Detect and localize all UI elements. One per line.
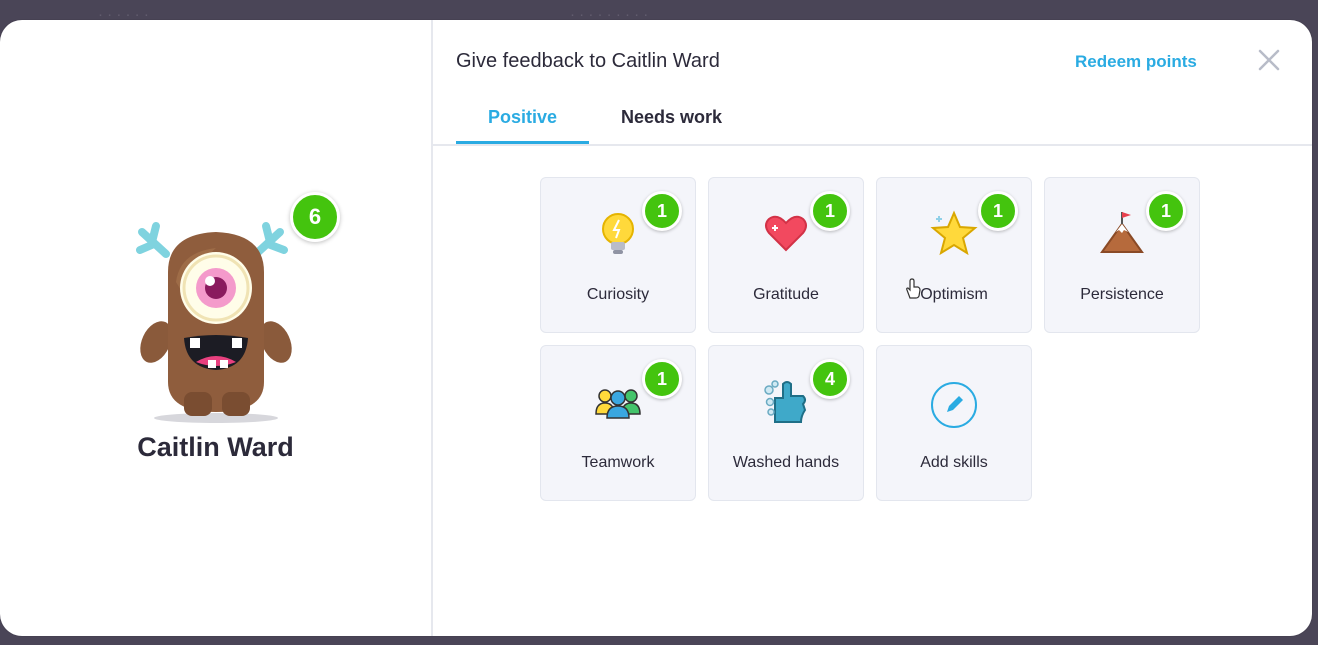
student-name: Caitlin Ward bbox=[137, 432, 294, 462]
add-skills-tile[interactable]: Add skills bbox=[876, 345, 1032, 501]
skill-tile-gratitude[interactable]: 1 Gratitude bbox=[708, 177, 864, 333]
skill-count-badge: 1 bbox=[978, 191, 1018, 231]
close-button[interactable] bbox=[1257, 48, 1281, 72]
skill-label: Persistence bbox=[1080, 286, 1164, 303]
skill-tile-persistence[interactable]: 1 Persistence bbox=[1044, 177, 1200, 333]
skill-count-badge: 1 bbox=[642, 359, 682, 399]
skill-label: Optimism bbox=[920, 286, 988, 303]
star-icon bbox=[930, 210, 978, 256]
monster-avatar-icon bbox=[136, 222, 292, 423]
student-panel: 6 Caitlin Ward bbox=[0, 20, 433, 636]
skill-tile-teamwork[interactable]: 1 Teamwork bbox=[540, 345, 696, 501]
dialog-title: Give feedback to Caitlin Ward bbox=[456, 50, 720, 72]
skill-count-badge: 1 bbox=[810, 191, 850, 231]
skill-tile-curiosity[interactable]: 1 Curiosity bbox=[540, 177, 696, 333]
skill-label: Washed hands bbox=[732, 454, 840, 471]
add-skill-circle bbox=[931, 382, 977, 428]
lightbulb-icon bbox=[602, 213, 634, 254]
close-icon bbox=[1258, 49, 1280, 71]
tab-needs-work[interactable]: Needs work bbox=[589, 92, 754, 144]
redeem-points-link[interactable]: Redeem points bbox=[1075, 52, 1197, 72]
pencil-icon bbox=[947, 396, 963, 412]
skill-label: Add skills bbox=[920, 454, 988, 471]
tab-positive[interactable]: Positive bbox=[456, 92, 590, 144]
skill-tile-washed-hands[interactable]: 4 Washed hands bbox=[708, 345, 864, 501]
skill-tile-optimism[interactable]: 1 Optimism bbox=[876, 177, 1032, 333]
heart-icon bbox=[765, 215, 807, 252]
skill-count-badge: 1 bbox=[642, 191, 682, 231]
mountain-flag-icon bbox=[1100, 212, 1144, 253]
feedback-panel: Give feedback to Caitlin Ward Redeem poi… bbox=[433, 20, 1312, 636]
people-icon bbox=[595, 389, 641, 419]
skill-count-badge: 4 bbox=[810, 359, 850, 399]
skills-grid: 1 Curiosity 1 Gratitude 1 Optimism 1 Per… bbox=[540, 177, 1202, 501]
skill-label: Curiosity bbox=[586, 286, 650, 303]
student-points-badge: 6 bbox=[290, 192, 340, 242]
skill-label: Teamwork bbox=[581, 454, 655, 471]
hand-cursor-icon bbox=[906, 278, 921, 299]
skill-count-badge: 1 bbox=[1146, 191, 1186, 231]
feedback-dialog: 6 Caitlin Ward Give feedback to Caitlin … bbox=[0, 20, 1312, 636]
tab-divider bbox=[433, 144, 1312, 146]
skill-label: Gratitude bbox=[753, 286, 819, 303]
feedback-tabs: Positive Needs work bbox=[456, 92, 754, 144]
student-avatar bbox=[128, 192, 308, 427]
soapy-hand-icon bbox=[764, 380, 807, 423]
